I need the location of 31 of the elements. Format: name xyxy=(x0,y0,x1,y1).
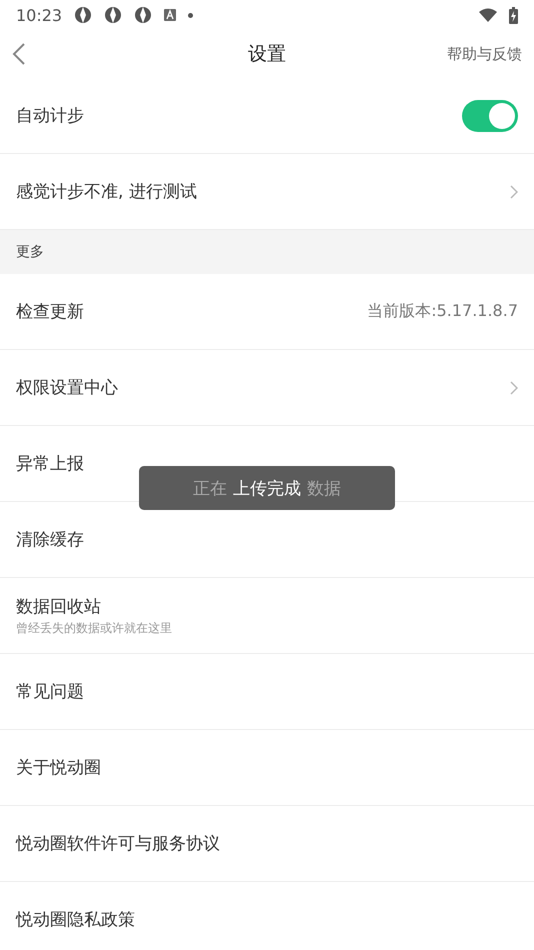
wifi-icon xyxy=(479,8,497,22)
app-notification-icon xyxy=(134,6,152,24)
toggle-switch[interactable] xyxy=(462,100,518,132)
app-notification-icon xyxy=(104,6,122,24)
status-time: 10:23 xyxy=(16,6,62,24)
setting-label: 感觉计步不准, 进行测试 xyxy=(16,181,197,203)
setting-label: 数据回收站 xyxy=(16,596,102,618)
chevron-right-icon xyxy=(510,184,518,198)
setting-label: 检查更新 xyxy=(16,301,84,323)
dot-icon xyxy=(188,12,194,18)
keyboard-notification-icon xyxy=(164,9,176,21)
setting-label: 自动计步 xyxy=(16,105,84,127)
back-icon[interactable] xyxy=(12,43,26,65)
setting-label: 异常上报 xyxy=(16,453,84,475)
battery-charging-icon xyxy=(509,6,518,24)
setting-label: 悦动圈软件许可与服务协议 xyxy=(16,833,220,855)
app-notification-icon xyxy=(74,6,92,24)
setting-label: 权限设置中心 xyxy=(16,377,118,399)
setting-label: 悦动圈隐私政策 xyxy=(16,909,135,931)
help-feedback-link[interactable]: 帮助与反馈 xyxy=(447,44,522,64)
page-title: 设置 xyxy=(248,42,286,67)
faded-toast-text: 数据 xyxy=(307,478,341,500)
setting-label: 常见问题 xyxy=(16,681,84,703)
chevron-right-icon xyxy=(510,380,518,394)
faded-toast-text: 正在 xyxy=(193,478,227,500)
setting-label: 关于悦动圈 xyxy=(16,757,101,779)
section-header: 更多 xyxy=(16,243,44,261)
setting-subtitle: 曾经丢失的数据或许就在这里 xyxy=(16,620,172,636)
setting-label: 清除缓存 xyxy=(16,529,84,551)
toast-message: 上传完成 xyxy=(233,478,301,500)
version-value: 当前版本:5.17.1.8.7 xyxy=(367,301,518,322)
